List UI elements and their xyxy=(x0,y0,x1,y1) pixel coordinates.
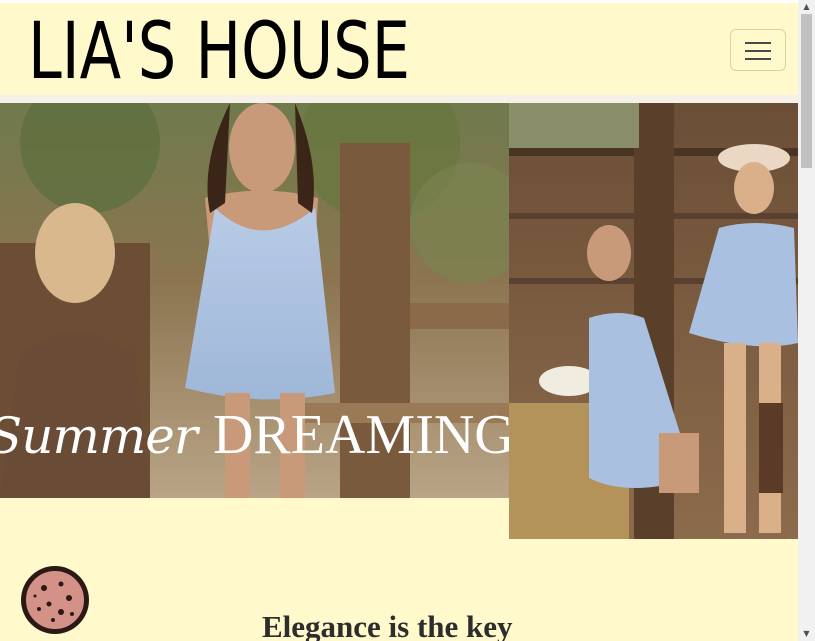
scrollbar-thumb[interactable] xyxy=(801,14,812,168)
scroll-up-arrow-icon[interactable]: ▲ xyxy=(798,0,815,14)
hamburger-icon xyxy=(745,42,771,44)
nav-separator xyxy=(0,95,798,103)
cookie-icon xyxy=(21,566,89,634)
brand-logo-text: LIA'S HOUSE xyxy=(28,7,410,91)
brand-logo-link[interactable]: LIA'S HOUSE xyxy=(28,5,413,97)
navbar: LIA'S HOUSE xyxy=(0,3,798,97)
scroll-down-arrow-icon[interactable]: ▼ xyxy=(798,627,815,641)
hero-photo-right xyxy=(509,103,798,539)
hero-image-left[interactable]: Summer DREAMING xyxy=(0,103,509,498)
hero-caption-caps: DREAMING xyxy=(212,404,509,466)
vertical-scrollbar[interactable]: ▲ ▼ xyxy=(798,0,815,641)
hamburger-icon-bar xyxy=(745,58,771,60)
section-title: Elegance is the key xyxy=(262,609,513,641)
hero-image-right[interactable] xyxy=(509,103,798,539)
page: LIA'S HOUSE Summer DREAMING Elegance is … xyxy=(0,0,798,641)
brand-logo: LIA'S HOUSE xyxy=(28,7,410,97)
hero-caption: Summer DREAMING xyxy=(0,403,509,467)
hero-caption-script: Summer xyxy=(0,407,198,465)
cookie-consent-button[interactable] xyxy=(19,564,91,636)
navbar-toggle-button[interactable] xyxy=(730,29,786,71)
hamburger-icon-bar xyxy=(745,50,771,52)
